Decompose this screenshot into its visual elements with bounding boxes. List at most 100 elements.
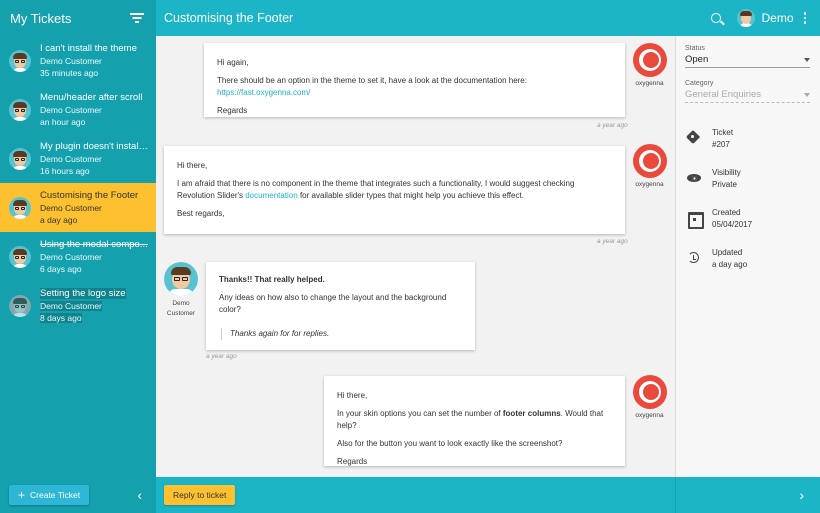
oxygenna-logo-icon xyxy=(632,144,667,178)
ticket-time: a day ago xyxy=(40,214,78,225)
message-timestamp: a year ago xyxy=(597,122,628,129)
customer-avatar xyxy=(9,49,31,72)
ticket-time: 6 days ago xyxy=(40,263,82,274)
documentation-link[interactable]: https://fast.oxygenna.com/ xyxy=(217,88,310,97)
ticket-customer: Demo Customer xyxy=(40,104,102,115)
ticket-title: Menu/header after scroll xyxy=(40,91,143,103)
customer-avatar xyxy=(9,196,31,219)
ticket-customer: Demo Customer xyxy=(40,300,102,311)
chevron-left-icon[interactable]: ‹ xyxy=(137,487,142,503)
ticket-customer: Demo Customer xyxy=(40,202,102,213)
ticket-title: Customising the Footer xyxy=(40,189,139,201)
create-ticket-button[interactable]: + Create Ticket xyxy=(9,485,90,505)
ticket-sidebar: My Tickets I can't install the theme Dem… xyxy=(0,0,156,513)
ticket-time: 8 days ago xyxy=(40,312,82,323)
agent-author: oxygenna xyxy=(627,375,672,419)
user-menu-name[interactable]: Demo xyxy=(761,11,793,25)
status-field: Status Open xyxy=(685,45,810,68)
plus-icon: + xyxy=(18,488,26,502)
sidebar-title: My Tickets xyxy=(10,10,72,26)
message-closing: Regards xyxy=(217,106,248,115)
message-quote: Thanks again for for replies. xyxy=(221,328,461,340)
category-label: Category xyxy=(685,80,714,87)
agent-message: Hi there, I am afraid that there is no c… xyxy=(164,146,625,234)
message-body: Any ideas on how also to change the layo… xyxy=(219,293,447,314)
more-vertical-icon[interactable] xyxy=(803,12,806,24)
chevron-right-icon[interactable]: › xyxy=(799,487,804,503)
oxygenna-logo-icon xyxy=(632,375,667,409)
reply-to-ticket-button[interactable]: Reply to ticket xyxy=(164,485,236,505)
conversation-thread: Hi again, There should be an option in t… xyxy=(156,36,674,477)
ticket-item-active[interactable]: Customising the Footer Demo Customer a d… xyxy=(0,183,156,232)
calendar-icon xyxy=(687,211,704,229)
ticket-item[interactable]: Menu/header after scroll Demo Customer a… xyxy=(0,85,156,134)
customer-avatar xyxy=(9,245,31,268)
message-body-end: for available slider types that might he… xyxy=(297,191,524,200)
message-greeting: Hi again, xyxy=(217,58,249,67)
agent-message: Hi again, There should be an option in t… xyxy=(204,43,625,117)
ticket-time: 35 minutes ago xyxy=(40,67,99,78)
updated-label: Updated xyxy=(712,248,743,257)
ticket-customer: Demo Customer xyxy=(40,153,102,164)
category-field: Category General Enquiries xyxy=(685,80,810,103)
customer-avatar xyxy=(9,147,31,170)
message-greeting: Hi there, xyxy=(337,391,368,400)
sidebar-footer: + Create Ticket ‹ xyxy=(0,477,156,513)
customer-avatar xyxy=(164,262,198,296)
message-timestamp: a year ago xyxy=(597,238,628,245)
customer-author: Demo Customer xyxy=(161,262,201,319)
visibility-value: Private xyxy=(712,180,737,189)
author-name-line2: Customer xyxy=(166,310,196,317)
created-label: Created xyxy=(712,208,741,217)
status-select[interactable]: Open xyxy=(685,52,810,68)
message-heading: Thanks!! That really helped. xyxy=(219,275,325,284)
customer-avatar xyxy=(9,294,31,317)
ticket-customer: Demo Customer xyxy=(40,251,102,262)
eye-icon xyxy=(687,171,701,185)
ticket-title: I can't install the theme xyxy=(40,42,137,54)
ticket-title: My plugin doesn't install t... xyxy=(40,140,148,152)
history-icon xyxy=(687,251,701,265)
author-name: oxygenna xyxy=(635,80,664,87)
author-name-line1: Demo xyxy=(172,300,190,307)
ticket-customer: Demo Customer xyxy=(40,55,102,66)
category-select[interactable]: General Enquiries xyxy=(685,87,810,103)
create-ticket-label: Create Ticket xyxy=(30,490,81,500)
agent-message: Hi there, In your skin options you can s… xyxy=(324,376,625,466)
created-info: Created 05/04/2017 xyxy=(687,207,820,247)
top-bar: Customising the Footer Demo xyxy=(156,0,820,36)
author-name: oxygenna xyxy=(635,181,664,188)
status-label: Status xyxy=(685,45,705,52)
ticket-label: Ticket xyxy=(712,128,734,137)
filter-icon[interactable] xyxy=(130,12,144,24)
agent-author: oxygenna xyxy=(627,144,672,188)
message-body: There should be an option in the theme t… xyxy=(217,76,527,85)
ticket-item[interactable]: I can't install the theme Demo Customer … xyxy=(0,36,156,85)
ticket-details-panel: Status Open Category General Enquiries T… xyxy=(675,36,820,477)
search-icon[interactable] xyxy=(711,13,722,23)
ticket-item[interactable]: My plugin doesn't install t... Demo Cust… xyxy=(0,134,156,183)
agent-author: oxygenna xyxy=(627,43,672,87)
message-bold-text: footer columns xyxy=(502,409,561,418)
ticket-title: Using the modal compo... xyxy=(40,238,148,250)
details-footer: › xyxy=(675,477,820,513)
message-closing: Best regards, xyxy=(177,209,225,218)
caret-down-icon xyxy=(804,57,810,62)
message-body: In your skin options you can set the num… xyxy=(337,409,503,418)
ticket-item-archived[interactable]: Setting the logo size Demo Customer 8 da… xyxy=(0,281,156,330)
documentation-link[interactable]: documentation xyxy=(245,191,297,200)
sidebar-header: My Tickets xyxy=(0,0,156,36)
ticket-list: I can't install the theme Demo Customer … xyxy=(0,36,156,330)
caret-down-icon xyxy=(804,92,810,97)
updated-value: a day ago xyxy=(712,260,748,269)
customer-message: Thanks!! That really helped. Any ideas o… xyxy=(206,262,475,350)
message-body-2: Also for the button you want to look exa… xyxy=(337,439,563,448)
ticket-title: Setting the logo size xyxy=(40,287,126,299)
ticket-time: 16 hours ago xyxy=(40,165,90,176)
ticket-item-closed[interactable]: Using the modal compo... Demo Customer 6… xyxy=(0,232,156,281)
user-avatar[interactable] xyxy=(737,9,756,27)
tag-icon xyxy=(687,131,701,145)
ticket-number-info: Ticket #207 xyxy=(687,127,820,167)
oxygenna-logo-icon xyxy=(632,43,667,77)
created-value: 05/04/2017 xyxy=(712,220,753,229)
